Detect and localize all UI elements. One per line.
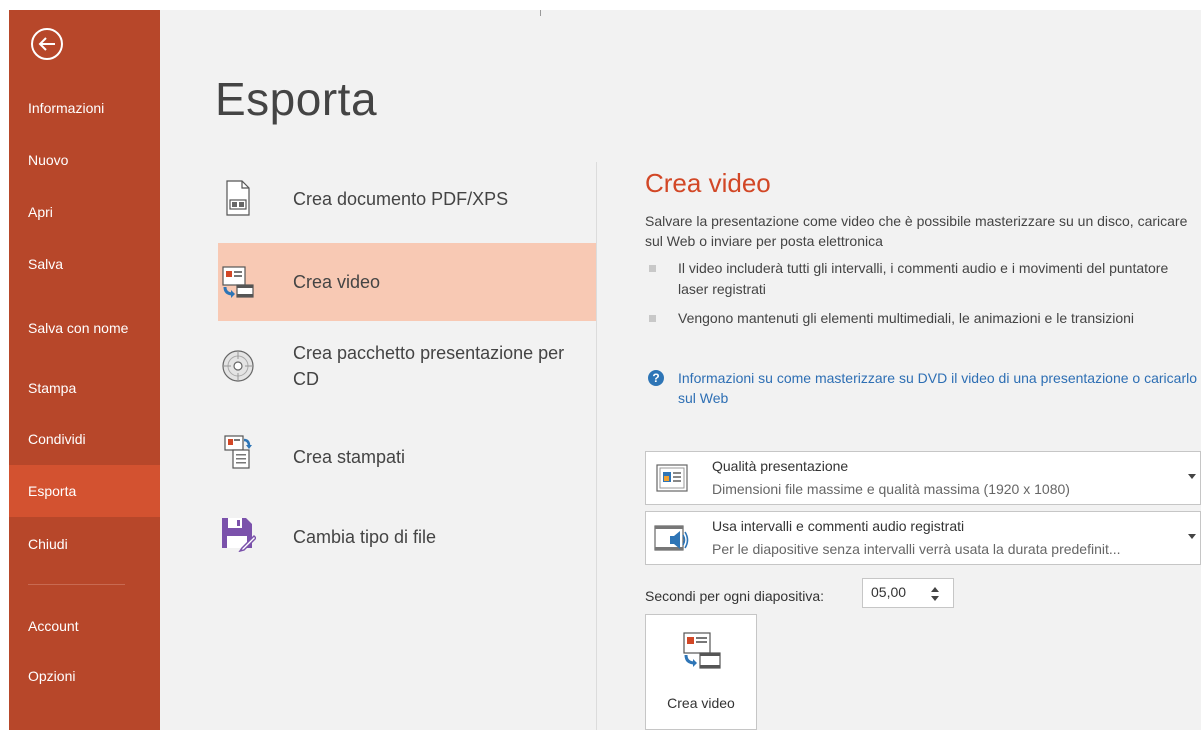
create-video-detail: Crea video Salvare la presentazione come… xyxy=(645,10,1201,730)
option-create-cd-package[interactable]: Crea pacchetto presentazione per CD xyxy=(218,330,596,412)
bullet-square-icon xyxy=(649,265,656,272)
help-link[interactable]: Informazioni su come masterizzare su DVD… xyxy=(678,368,1201,408)
timing-subtitle: Per le diapositive senza intervalli verr… xyxy=(712,541,1121,557)
nav-divider xyxy=(28,584,125,585)
nav-condividi[interactable]: Condividi xyxy=(9,413,160,465)
timing-dropdown[interactable]: Usa intervalli e commenti audio registra… xyxy=(645,511,1201,565)
main-panel: Esporta Crea documento PDF/XPS Crea vide… xyxy=(160,10,1201,730)
nav-stampa[interactable]: Stampa xyxy=(9,362,160,414)
nav-label: Condividi xyxy=(28,431,86,447)
bullet-text: Vengono mantenuti gli elementi multimedi… xyxy=(678,310,1135,326)
nav-label: Nuovo xyxy=(28,152,69,168)
option-label: Crea documento PDF/XPS xyxy=(293,189,509,209)
quality-title: Qualità presentazione xyxy=(712,458,849,474)
option-create-pdf[interactable]: Crea documento PDF/XPS xyxy=(218,162,596,234)
nav-account[interactable]: Account xyxy=(9,600,160,652)
back-button[interactable] xyxy=(31,28,63,60)
seconds-spinner[interactable] xyxy=(862,578,954,608)
create-video-label: Crea video xyxy=(667,695,735,711)
nav-label: Esporta xyxy=(28,483,77,499)
cd-icon xyxy=(218,346,258,386)
nav-apri[interactable]: Apri xyxy=(9,186,160,238)
timing-title: Usa intervalli e commenti audio registra… xyxy=(712,518,965,534)
nav-label: Apri xyxy=(28,204,53,220)
option-label: Crea pacchetto presentazione per CD xyxy=(293,343,565,389)
save-file-icon xyxy=(218,514,258,554)
chevron-down-icon xyxy=(1188,534,1196,539)
bullet-square-icon xyxy=(649,315,656,322)
nav-informazioni[interactable]: Informazioni xyxy=(9,82,160,134)
nav-label: Salva con nome xyxy=(28,320,129,336)
seconds-input[interactable] xyxy=(871,584,921,600)
nav-label: Opzioni xyxy=(28,668,76,684)
nav-chiudi[interactable]: Chiudi xyxy=(9,518,160,570)
backstage-sidebar: Informazioni Nuovo Apri Salva Salva con … xyxy=(9,10,160,730)
pdf-document-icon xyxy=(218,178,258,218)
chevron-down-icon xyxy=(1188,474,1196,479)
nav-label: Chiudi xyxy=(28,536,68,552)
nav-opzioni[interactable]: Opzioni xyxy=(9,650,160,702)
handouts-icon xyxy=(218,432,258,472)
presentation-quality-icon xyxy=(654,460,690,496)
option-create-video[interactable]: Crea video xyxy=(218,243,596,321)
create-video-button[interactable]: Crea video xyxy=(645,614,757,730)
option-label: Cambia tipo di file xyxy=(293,527,437,547)
nav-nuovo[interactable]: Nuovo xyxy=(9,134,160,186)
nav-salva[interactable]: Salva xyxy=(9,238,160,290)
detail-title: Crea video xyxy=(645,168,771,198)
video-icon xyxy=(683,632,721,669)
column-divider xyxy=(596,162,597,730)
nav-esporta[interactable]: Esporta xyxy=(9,465,160,517)
spin-up-icon[interactable] xyxy=(931,587,939,592)
top-marker xyxy=(540,10,541,16)
video-icon xyxy=(218,262,258,302)
nav-label: Stampa xyxy=(28,380,77,396)
nav-label: Account xyxy=(28,618,79,634)
option-label: Crea stampati xyxy=(293,447,406,467)
nav-label: Salva xyxy=(28,256,64,272)
option-create-handouts[interactable]: Crea stampati xyxy=(218,420,596,492)
page-title: Esporta xyxy=(215,73,378,125)
nav-salva-con-nome[interactable]: Salva con nome xyxy=(9,298,129,358)
timings-audio-icon xyxy=(654,520,690,556)
quality-subtitle: Dimensioni file massime e qualità massim… xyxy=(712,481,1070,497)
help-question-icon: ? xyxy=(648,370,664,386)
option-label: Crea video xyxy=(293,272,381,292)
quality-dropdown[interactable]: Qualità presentazione Dimensioni file ma… xyxy=(645,451,1201,505)
option-change-file-type[interactable]: Cambia tipo di file xyxy=(218,498,596,574)
spin-down-icon[interactable] xyxy=(931,596,939,601)
bullet-text: Il video includerà tutti gli intervalli,… xyxy=(678,260,1169,297)
arrow-left-icon xyxy=(38,37,55,51)
nav-label: Informazioni xyxy=(28,100,105,116)
detail-description: Salvare la presentazione come video che … xyxy=(645,213,1188,249)
seconds-label: Secondi per ogni diapositiva: xyxy=(645,588,825,604)
